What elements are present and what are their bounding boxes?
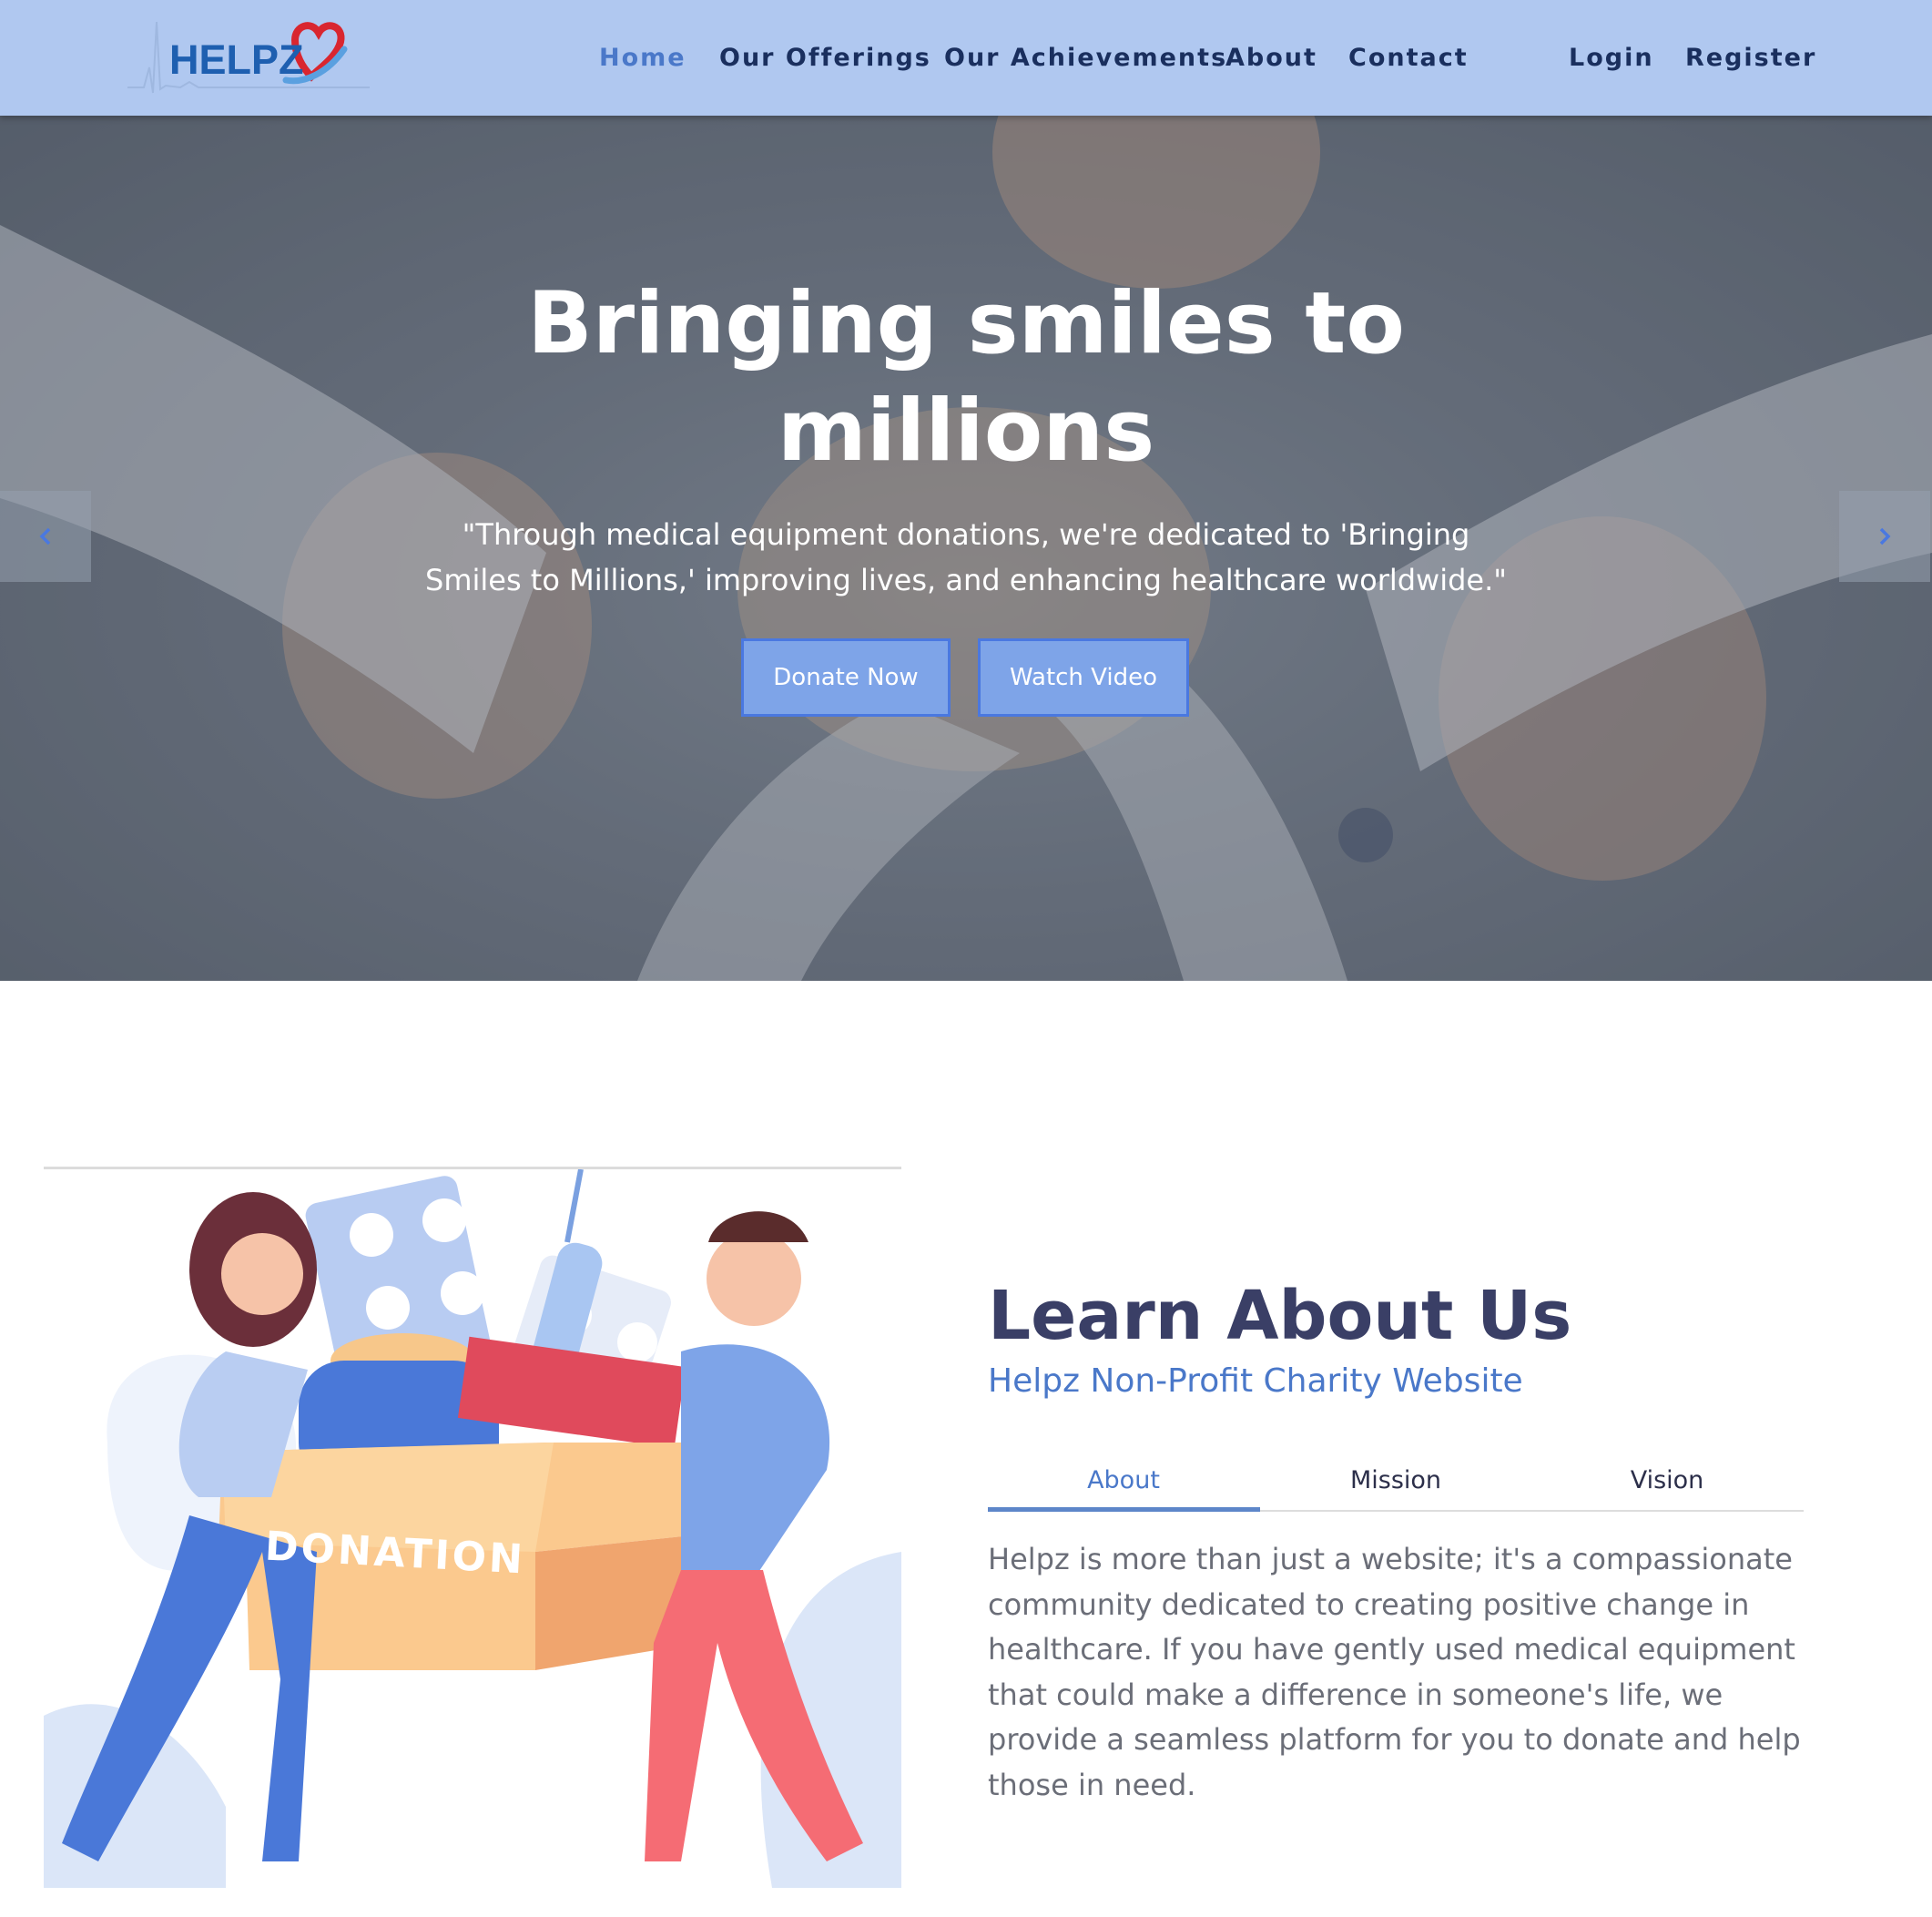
about-tabs: About Mission Vision [988,1455,1804,1512]
chevron-right-icon [1879,527,1891,546]
donation-box-illustration [44,1169,901,1888]
nav-home[interactable]: Home [599,44,686,72]
carousel-next-button[interactable] [1839,491,1930,582]
helpz-logo[interactable]: HELPZ [126,13,371,100]
nav-register[interactable]: Register [1685,44,1816,72]
hero-quote: "Through medical equipment donations, we… [425,517,1507,597]
about-description: Helpz is more than just a website; it's … [988,1542,1801,1802]
carousel-prev-button[interactable] [0,491,91,582]
about-section-title: Learn About Us [988,1277,1572,1355]
donate-now-button[interactable]: Donate Now [741,638,951,717]
tab-vision[interactable]: Vision [1531,1466,1803,1494]
nav-our-offerings[interactable]: Our Offerings [719,44,931,72]
navbar: HELPZ Home Our Offerings Our Achievement… [0,0,1932,116]
nav-our-achievements[interactable]: Our Achievements [944,44,1227,72]
nav-login[interactable]: Login [1569,44,1654,72]
donation-illustration: DONATION [44,1167,901,1888]
tab-mission[interactable]: Mission [1260,1466,1531,1494]
logo-text: HELPZ [169,36,304,83]
about-section-subtitle: Helpz Non-Profit Charity Website [988,1362,1523,1400]
active-tab-indicator [988,1507,1260,1512]
chevron-left-icon [39,527,51,546]
watch-video-button[interactable]: Watch Video [978,638,1189,717]
nav-contact[interactable]: Contact [1348,44,1469,72]
nav-about[interactable]: About [1225,44,1317,72]
hero-carousel: Bringing smiles to millions "Through med… [0,116,1932,981]
tab-about[interactable]: About [988,1466,1259,1494]
hero-title: Bringing smiles to millions [527,274,1405,481]
